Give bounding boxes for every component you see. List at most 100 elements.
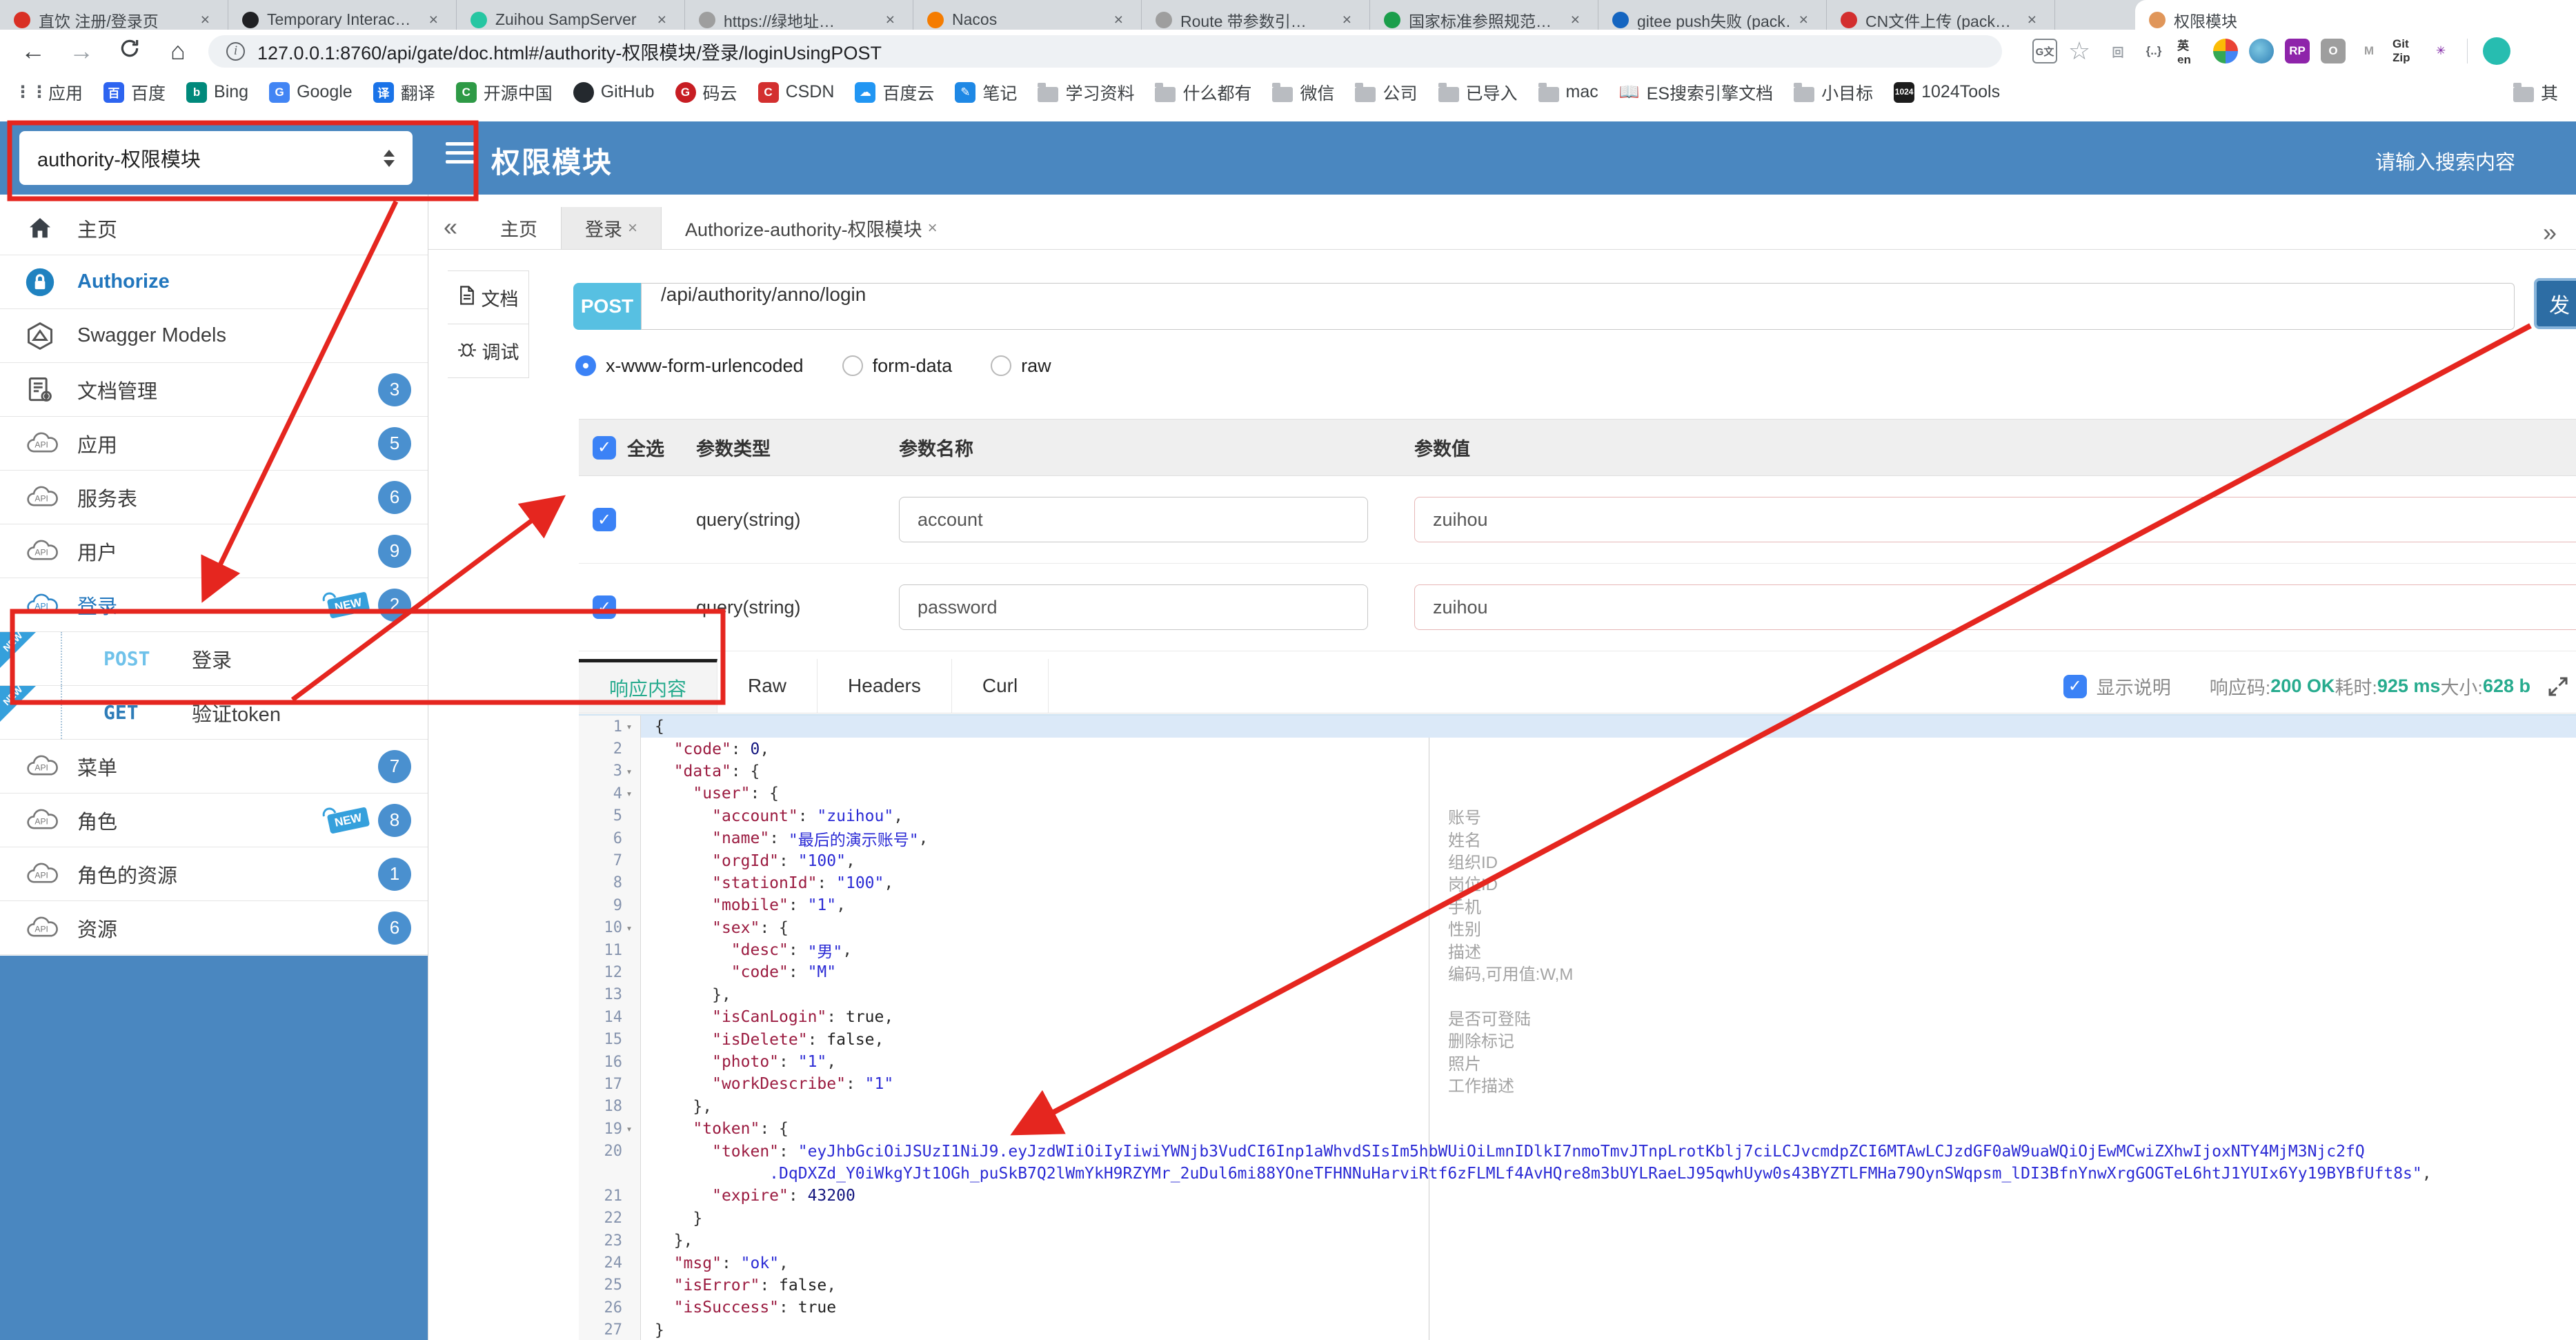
tab-close-icon[interactable]: × xyxy=(657,10,666,29)
bookmark-item[interactable]: ✎ 笔记 xyxy=(955,80,1017,105)
content-tab[interactable]: 登录 × xyxy=(561,207,662,249)
url-bar[interactable]: i 127.0.0.1:8760/api/gate/doc.html#/auth… xyxy=(208,35,2002,68)
m-arrow-icon[interactable]: M xyxy=(2357,39,2381,63)
bookmark-item[interactable]: 微信 xyxy=(1272,80,1334,105)
tab-close-icon[interactable]: × xyxy=(1114,10,1123,29)
radio-x-www-form-urlencoded[interactable] xyxy=(575,355,596,376)
radio-form-data[interactable] xyxy=(842,355,863,376)
send-button[interactable]: 发 xyxy=(2534,278,2576,329)
browser-tab-active[interactable]: 权限模块× xyxy=(2135,0,2576,30)
bookmark-item[interactable]: ☁ 百度云 xyxy=(855,80,934,105)
notion-icon[interactable]: 回 xyxy=(2106,39,2130,63)
bookmark-item[interactable]: mac xyxy=(1538,82,1598,102)
braces-icon[interactable]: {..} xyxy=(2141,39,2166,63)
sidebar-item[interactable]: API 菜单 7 xyxy=(0,740,428,794)
tab-close-icon[interactable]: × xyxy=(1799,10,1808,29)
bookmark-item[interactable]: ⋮⋮ 应用 xyxy=(14,80,83,105)
request-url-input[interactable]: /api/authority/anno/login xyxy=(641,283,2515,330)
sidebar-item[interactable]: API 用户 9 xyxy=(0,524,428,578)
sidebar-item[interactable]: 文档管理 3 xyxy=(0,363,428,417)
bookmark-item[interactable]: b Bing xyxy=(186,81,248,103)
sidebar-item[interactable]: API 登录 NEW 2 xyxy=(0,578,428,632)
row-checkbox[interactable]: ✓ xyxy=(593,508,616,531)
sidebar-item[interactable]: Authorize xyxy=(0,255,428,309)
show-desc-checkbox[interactable]: ✓ xyxy=(2063,674,2087,698)
tab-close-icon[interactable]: × xyxy=(1571,10,1580,29)
sidebar-item[interactable]: API 应用 5 xyxy=(0,417,428,471)
bookmark-item[interactable]: 什么都有 xyxy=(1155,80,1251,105)
collapse-tabs-icon[interactable]: « xyxy=(428,207,477,249)
bookmark-item[interactable]: C 开源中国 xyxy=(455,80,553,105)
browser-tab[interactable]: Route 带参数引… × xyxy=(1142,0,1370,30)
gitzip-icon[interactable]: Git​Zip xyxy=(2392,39,2417,63)
docnav-调试[interactable]: 调试 xyxy=(448,324,529,378)
close-tab-icon[interactable]: × xyxy=(628,219,637,238)
bookmark-item[interactable]: G Google xyxy=(269,81,353,103)
browser-tab[interactable]: 国家标准参照规范… × xyxy=(1370,0,1598,30)
sidebar-endpoint-get[interactable]: NEW GET 验证token xyxy=(0,684,428,740)
select-all-checkbox[interactable]: ✓ xyxy=(593,435,616,460)
module-select[interactable]: authority-权限模块 xyxy=(19,131,413,185)
radio-raw[interactable] xyxy=(991,355,1012,376)
sidebar-item[interactable]: API 资源 6 xyxy=(0,901,428,955)
sidebar-item[interactable]: API 角色 NEW 8 xyxy=(0,794,428,847)
response-tab-响应内容[interactable]: 响应内容 xyxy=(579,659,718,713)
fold-caret-icon[interactable]: ▾ xyxy=(622,1123,636,1135)
bookmark-item[interactable]: 📖 ES搜索引擎文档 xyxy=(1619,80,1773,105)
more-tabs-icon[interactable]: » xyxy=(2543,213,2576,247)
home-nav-icon[interactable]: ⌂ xyxy=(163,37,193,66)
browser-tab[interactable]: 直饮 注册/登录页 × xyxy=(0,0,228,30)
fold-caret-icon[interactable]: ▾ xyxy=(622,787,636,800)
forward-icon[interactable]: → xyxy=(66,37,97,66)
response-tab-Raw[interactable]: Raw xyxy=(717,659,818,713)
menu-icon[interactable] xyxy=(446,142,475,169)
tab-close-icon[interactable]: × xyxy=(429,10,438,29)
param-name-input[interactable]: account xyxy=(899,497,1368,542)
rp-icon[interactable]: RP xyxy=(2285,39,2310,63)
header-search-input[interactable]: 请输入搜索内容 xyxy=(2375,146,2515,175)
tab-close-icon[interactable]: × xyxy=(201,10,210,29)
asterisk-icon[interactable]: ✳ xyxy=(2428,39,2453,63)
browser-tab[interactable]: Nacos × xyxy=(913,0,1142,30)
bookmark-item[interactable]: 已导入 xyxy=(1438,80,1518,105)
bookmark-item[interactable]: 学习资料 xyxy=(1038,80,1134,105)
globe-icon[interactable] xyxy=(2249,39,2274,63)
bookmark-item[interactable]: 公司 xyxy=(1355,80,1418,105)
site-info-icon[interactable]: i xyxy=(226,41,245,61)
browser-tab[interactable]: CN文件上传 (pack… × xyxy=(1827,0,2055,30)
param-value-input[interactable]: zuihou xyxy=(1414,584,2576,630)
browser-tab[interactable]: gitee push失败 (pack… × xyxy=(1598,0,1827,30)
fullscreen-icon[interactable] xyxy=(2546,674,2570,699)
sidebar-item[interactable]: 主页 xyxy=(0,201,428,255)
en-translate-icon[interactable]: 英​en xyxy=(2177,39,2202,64)
content-tab[interactable]: Authorize-authority-权限模块 × xyxy=(662,207,961,249)
new-tab-button[interactable] xyxy=(2537,6,2576,30)
row-checkbox[interactable]: ✓ xyxy=(593,595,616,619)
browser-tab[interactable]: https://绿地址… × xyxy=(685,0,913,30)
tab-close-icon[interactable]: × xyxy=(2028,10,2037,29)
tab-close-icon[interactable]: × xyxy=(886,10,895,29)
translate-page-icon[interactable]: G文 xyxy=(2032,39,2057,63)
close-tab-icon[interactable]: × xyxy=(928,219,938,238)
bookmark-item[interactable]: GitHub xyxy=(573,81,655,103)
bookmark-star-icon[interactable]: ☆ xyxy=(2064,37,2094,66)
browser-tab[interactable]: Temporary Interac… × xyxy=(228,0,457,30)
response-tab-Headers[interactable]: Headers xyxy=(818,659,952,713)
browser-tab[interactable]: Zuihou SampServer × xyxy=(457,0,685,30)
sidebar-item[interactable]: API 角色的资源 1 xyxy=(0,847,428,901)
other-bookmarks[interactable]: 其 xyxy=(2513,80,2558,105)
ring-icon[interactable]: O xyxy=(2321,39,2346,63)
bookmark-item[interactable]: 百百度 xyxy=(103,80,166,105)
bookmark-item[interactable]: 10​24 1024Tools xyxy=(1894,81,2000,103)
tab-close-icon[interactable]: × xyxy=(1343,10,1351,29)
back-icon[interactable]: ← xyxy=(18,37,48,66)
fold-caret-icon[interactable]: ▾ xyxy=(622,765,636,778)
content-tab[interactable]: 主页 xyxy=(477,207,561,249)
fold-caret-icon[interactable]: ▾ xyxy=(622,922,636,934)
sidebar-endpoint-post[interactable]: NEW POST 登录 xyxy=(0,630,428,686)
profile-avatar[interactable] xyxy=(2483,37,2510,65)
sidebar-item[interactable]: Swagger Models xyxy=(0,309,428,363)
docnav-文档[interactable]: 文档 xyxy=(448,270,529,324)
bookmark-item[interactable]: 译翻译 xyxy=(373,80,435,105)
param-value-input[interactable]: zuihou xyxy=(1414,497,2576,542)
